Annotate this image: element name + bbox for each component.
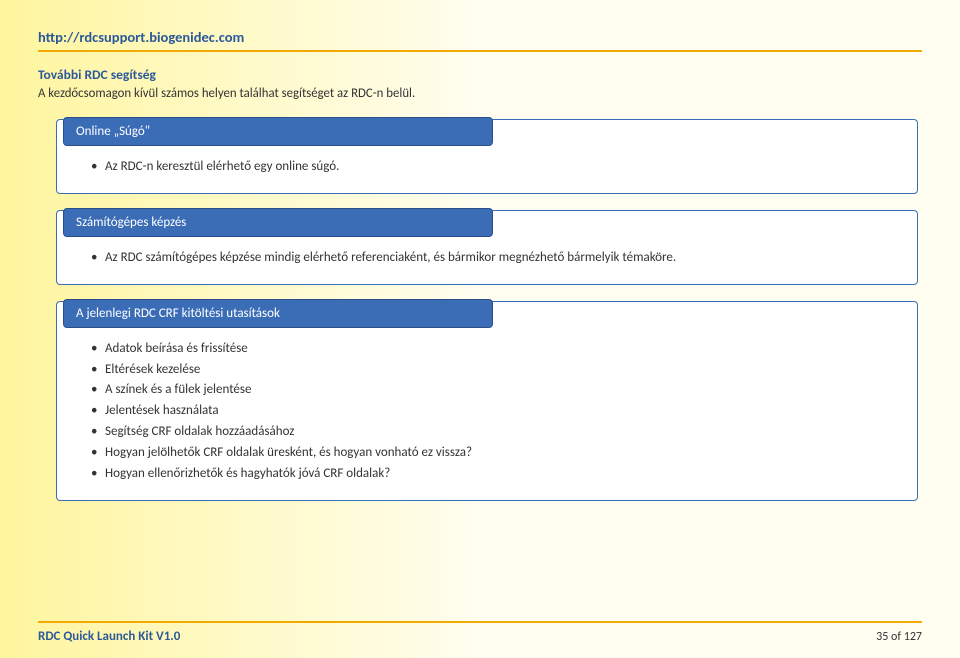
list-item: A színek és a fülek jelentése (91, 381, 895, 400)
box-online-help: Online „Súgó" Az RDC-n keresztül elérhet… (56, 119, 918, 194)
list-item: Az RDC számítógépes képzése mindig elérh… (91, 249, 895, 268)
list-item: Hogyan ellenőrizhetők és hagyhatók jóvá … (91, 465, 895, 484)
header-divider (38, 50, 922, 52)
box-crf-instructions: A jelenlegi RDC CRF kitöltési utasítások… (56, 301, 918, 501)
intro-text: A kezdőcsomagon kívül számos helyen talá… (38, 86, 922, 101)
list-item: Segítség CRF oldalak hozzáadásához (91, 423, 895, 442)
footer-title: RDC Quick Launch Kit V1.0 (38, 629, 180, 644)
page-number: 35 of 127 (876, 630, 922, 644)
list-item: Hogyan jelölhetők CRF oldalak üresként, … (91, 444, 895, 463)
list-item: Az RDC-n keresztül elérhető egy online s… (91, 158, 895, 177)
footer-divider (38, 621, 922, 623)
box-computer-training: Számítógépes képzés Az RDC számítógépes … (56, 210, 918, 285)
page-footer: RDC Quick Launch Kit V1.0 35 of 127 (0, 613, 960, 658)
content-boxes: Online „Súgó" Az RDC-n keresztül elérhet… (38, 119, 922, 501)
list-item: Adatok beírása és frissítése (91, 340, 895, 359)
box-tab: Számítógépes képzés (63, 208, 493, 237)
box-body: Az RDC számítógépes képzése mindig elérh… (57, 239, 917, 284)
list-item: Eltérések kezelése (91, 361, 895, 380)
header-url[interactable]: http://rdcsupport.biogenidec.com (38, 28, 922, 46)
box-tab: Online „Súgó" (63, 117, 493, 146)
box-tab: A jelenlegi RDC CRF kitöltési utasítások (63, 299, 493, 328)
list-item: Jelentések használata (91, 402, 895, 421)
box-body: Az RDC-n keresztül elérhető egy online s… (57, 148, 917, 193)
subheading: További RDC segítség (38, 66, 922, 83)
box-body: Adatok beírása és frissítése Eltérések k… (57, 330, 917, 500)
